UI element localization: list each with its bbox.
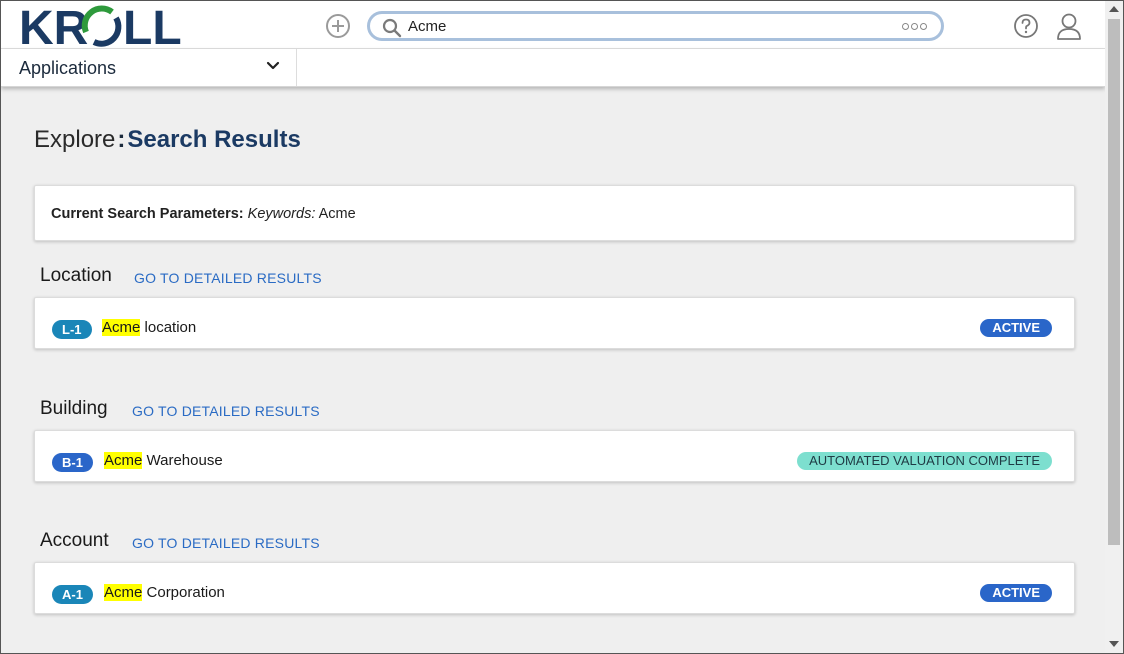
page-title-prefix: Explore bbox=[34, 126, 116, 153]
application-bar: Applications bbox=[1, 49, 1105, 87]
page-title-main: Search Results bbox=[127, 126, 301, 153]
section-heading-building: Building bbox=[40, 398, 108, 419]
result-id-badge: L-1 bbox=[52, 320, 92, 339]
user-profile-icon[interactable] bbox=[1056, 12, 1082, 40]
help-icon[interactable] bbox=[1013, 13, 1039, 39]
kroll-logo-mark: KR LL bbox=[19, 4, 182, 48]
scrollbar-thumb[interactable] bbox=[1108, 19, 1120, 545]
result-name: Acme Warehouse bbox=[104, 452, 223, 469]
kroll-logo[interactable]: KR LL bbox=[19, 4, 199, 48]
top-header: KR LL bbox=[1, 1, 1105, 49]
account-detailed-results-link[interactable]: GO TO DETAILED RESULTS bbox=[132, 535, 320, 551]
global-search-box[interactable] bbox=[367, 11, 944, 41]
search-input[interactable] bbox=[408, 16, 888, 36]
chevron-down-icon bbox=[266, 61, 280, 70]
result-row-building[interactable]: B-1 Acme Warehouse AUTOMATED VALUATION C… bbox=[34, 430, 1075, 482]
app-window: KR LL Acme Applications Explore:Search R… bbox=[0, 0, 1124, 654]
keywords-label: Keywords: bbox=[247, 206, 316, 222]
building-detailed-results-link[interactable]: GO TO DETAILED RESULTS bbox=[132, 403, 320, 419]
result-name-rest: Warehouse bbox=[146, 452, 223, 469]
search-icon bbox=[382, 18, 402, 38]
result-name: Acme Corporation bbox=[104, 584, 225, 601]
scroll-down-icon[interactable] bbox=[1109, 641, 1119, 647]
svg-text:KR: KR bbox=[19, 4, 88, 48]
page-title: Explore:Search Results bbox=[34, 126, 301, 154]
search-parameters-text: Current Search Parameters: Keywords: Acm… bbox=[51, 206, 356, 222]
search-parameters-label: Current Search Parameters: bbox=[51, 206, 244, 222]
highlighted-keyword: Acme bbox=[104, 584, 143, 601]
scroll-up-icon[interactable] bbox=[1109, 6, 1119, 12]
highlighted-keyword: Acme bbox=[102, 319, 141, 336]
result-row-location[interactable]: L-1 Acme location ACTIVE bbox=[34, 297, 1075, 349]
applications-dropdown[interactable]: Applications bbox=[1, 49, 297, 86]
vertical-scrollbar[interactable] bbox=[1105, 1, 1123, 653]
section-heading-location: Location bbox=[40, 265, 112, 286]
result-id-badge: B-1 bbox=[52, 453, 93, 472]
result-id-badge: A-1 bbox=[52, 585, 93, 604]
page-title-separator: : bbox=[117, 126, 126, 153]
add-new-button[interactable] bbox=[326, 14, 350, 38]
status-badge: ACTIVE bbox=[980, 319, 1052, 337]
result-name-rest: Corporation bbox=[146, 584, 225, 601]
search-parameters-card: Current Search Parameters: Keywords: Acm… bbox=[34, 185, 1075, 241]
search-options-icon[interactable] bbox=[902, 23, 927, 30]
section-heading-account: Account bbox=[40, 530, 109, 551]
location-detailed-results-link[interactable]: GO TO DETAILED RESULTS bbox=[134, 270, 322, 286]
result-name: Acme location bbox=[102, 319, 196, 336]
keywords-value: Acme bbox=[318, 206, 356, 222]
result-row-account[interactable]: A-1 Acme Corporation ACTIVE bbox=[34, 562, 1075, 614]
highlighted-keyword: Acme bbox=[104, 452, 143, 469]
status-badge: ACTIVE bbox=[980, 584, 1052, 602]
applications-label: Applications bbox=[19, 58, 117, 78]
status-badge: AUTOMATED VALUATION COMPLETE bbox=[797, 452, 1052, 470]
result-name-rest: location bbox=[144, 319, 197, 336]
svg-text:LL: LL bbox=[123, 4, 182, 48]
